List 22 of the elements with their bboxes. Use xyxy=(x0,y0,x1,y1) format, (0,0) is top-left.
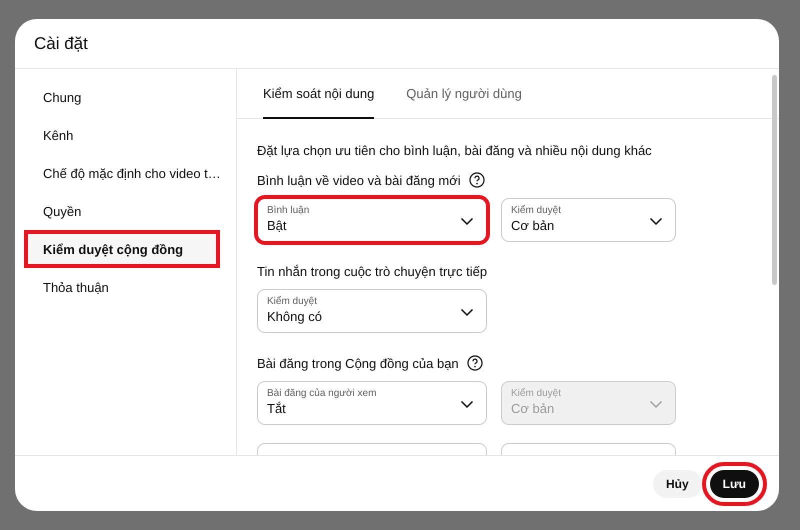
sidebar-item[interactable]: Thỏa thuận xyxy=(24,268,220,306)
help-icon[interactable] xyxy=(468,172,485,188)
section-heading: Tin nhắn trong cuộc trò chuyện trực tiếp xyxy=(257,264,488,279)
sidebar-item[interactable]: Kiểm duyệt cộng đồng xyxy=(24,230,220,268)
tab[interactable]: Quản lý người dùng xyxy=(406,69,522,119)
scrollbar[interactable] xyxy=(772,75,777,285)
dialog-title: Cài đặt xyxy=(34,34,88,54)
sidebar-item[interactable]: Chung xyxy=(24,78,220,116)
section-heading: Bình luận về video và bài đăng mới xyxy=(257,172,461,188)
help-icon[interactable] xyxy=(466,355,483,371)
section-heading: Bài đăng trong Cộng đồng của bạn xyxy=(257,356,459,370)
cancel-button[interactable]: Hủy xyxy=(652,470,702,498)
dropdown-field[interactable]: Kiểm duyệt Không có xyxy=(257,289,487,333)
sidebar-item[interactable]: Kênh xyxy=(24,116,220,154)
dropdown-field[interactable]: Kiểm duyệt Cơ bản xyxy=(501,198,676,242)
save-button[interactable]: Lưu xyxy=(710,470,759,498)
sidebar-item[interactable]: Chế độ mặc định cho video t… xyxy=(24,154,220,192)
dropdown-field[interactable]: Bài đăng của người xem Tắt xyxy=(257,381,487,425)
sidebar-item[interactable]: Quyền xyxy=(24,192,220,230)
dropdown-field[interactable]: Bình luận Bật xyxy=(257,198,487,242)
tab[interactable]: Kiểm soát nội dung xyxy=(263,69,374,119)
description-text: Đặt lựa chọn ưu tiên cho bình luận, bài đăng và nhiều nội dung khác xyxy=(257,143,653,158)
